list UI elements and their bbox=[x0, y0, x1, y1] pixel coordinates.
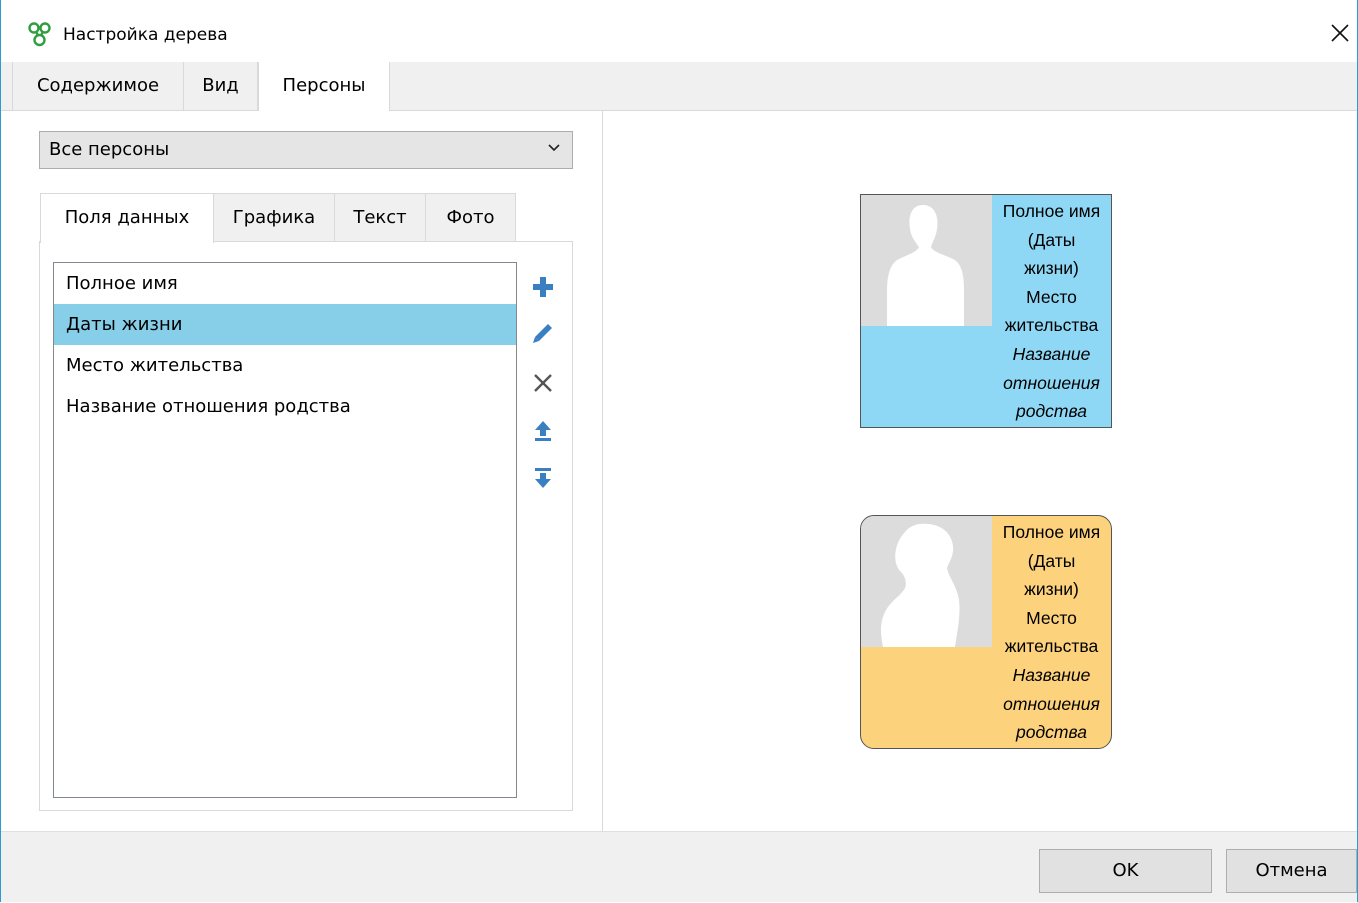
person-filter-dropdown[interactable]: Все персоны bbox=[39, 131, 573, 169]
card-line-residence-1: Место bbox=[1026, 286, 1077, 307]
subtab-photo[interactable]: Фото bbox=[425, 193, 516, 241]
panel-divider bbox=[602, 111, 603, 831]
data-fields-list[interactable]: Полное имя Даты жизни Место жительства Н… bbox=[53, 262, 517, 798]
card-line-relation-1: Название bbox=[1012, 664, 1091, 685]
card-line-dates-1: (Даты bbox=[1027, 229, 1076, 250]
female-person-card-preview: Полное имя (Даты жизни) Место жительства… bbox=[860, 515, 1112, 749]
move-down-button[interactable] bbox=[529, 463, 557, 493]
subtab-data-fields[interactable]: Поля данных bbox=[40, 193, 214, 243]
card-line-dates-2: жизни) bbox=[1024, 258, 1079, 279]
edit-field-button[interactable] bbox=[529, 318, 557, 348]
edit-icon bbox=[533, 324, 552, 343]
card-line-full-name: Полное имя bbox=[1002, 201, 1101, 221]
tab-persons[interactable]: Персоны bbox=[258, 62, 390, 112]
person-filter-value: Все персоны bbox=[49, 139, 170, 160]
card-line-relation-2: отношения bbox=[1003, 693, 1100, 714]
title-bar: Настройка дерева bbox=[1, 0, 1357, 62]
list-item-life-dates[interactable]: Даты жизни bbox=[54, 304, 516, 345]
male-card-fields: Полное имя (Даты жизни) Место жительства… bbox=[992, 197, 1111, 426]
card-line-dates-1: (Даты bbox=[1027, 550, 1076, 571]
move-up-button[interactable] bbox=[529, 416, 557, 446]
window-title: Настройка дерева bbox=[63, 25, 228, 45]
close-icon bbox=[1331, 24, 1349, 42]
card-line-dates-2: жизни) bbox=[1024, 579, 1079, 600]
card-line-relation-1: Название bbox=[1012, 343, 1091, 364]
ok-button[interactable]: OK bbox=[1039, 849, 1212, 893]
list-item-residence[interactable]: Место жительства bbox=[54, 345, 516, 386]
subtab-graphics[interactable]: Графика bbox=[213, 193, 335, 241]
cancel-button[interactable]: Отмена bbox=[1226, 849, 1357, 893]
card-line-residence-1: Место bbox=[1026, 607, 1077, 628]
card-line-relation-3: родства bbox=[1016, 401, 1087, 422]
subtab-text[interactable]: Текст bbox=[334, 193, 426, 241]
add-icon bbox=[533, 277, 553, 297]
dialog-footer: OK Отмена bbox=[1, 831, 1357, 902]
move-down-icon bbox=[535, 468, 551, 488]
list-item-full-name[interactable]: Полное имя bbox=[54, 263, 516, 304]
chevron-down-icon bbox=[548, 144, 560, 152]
delete-field-button[interactable] bbox=[529, 368, 557, 398]
dialog-window: Настройка дерева Содержимое Вид Персоны … bbox=[0, 0, 1358, 902]
main-tab-strip: Содержимое Вид Персоны bbox=[1, 62, 1357, 112]
card-line-relation-3: родства bbox=[1016, 722, 1087, 743]
card-line-residence-2: жительства bbox=[1004, 636, 1099, 657]
card-line-relation-2: отношения bbox=[1003, 372, 1100, 393]
male-person-card-preview: Полное имя (Даты жизни) Место жительства… bbox=[860, 194, 1112, 428]
list-item-relationship-name[interactable]: Название отношения родства bbox=[54, 386, 516, 427]
close-button[interactable] bbox=[1323, 18, 1357, 50]
add-field-button[interactable] bbox=[529, 272, 557, 302]
female-card-fields: Полное имя (Даты жизни) Место жительства… bbox=[992, 518, 1111, 747]
card-line-full-name: Полное имя bbox=[1002, 522, 1101, 542]
male-silhouette-icon bbox=[861, 195, 992, 326]
family-tree-app-icon bbox=[28, 22, 52, 48]
female-silhouette-icon bbox=[861, 516, 992, 647]
card-line-residence-2: жительства bbox=[1004, 315, 1099, 336]
tab-content[interactable]: Содержимое bbox=[12, 62, 184, 110]
tab-view[interactable]: Вид bbox=[184, 62, 258, 110]
delete-icon bbox=[534, 374, 552, 392]
persons-tab-content: Все персоны Поля данных Графика Текст Фо… bbox=[1, 111, 1357, 831]
move-up-icon bbox=[535, 421, 551, 441]
